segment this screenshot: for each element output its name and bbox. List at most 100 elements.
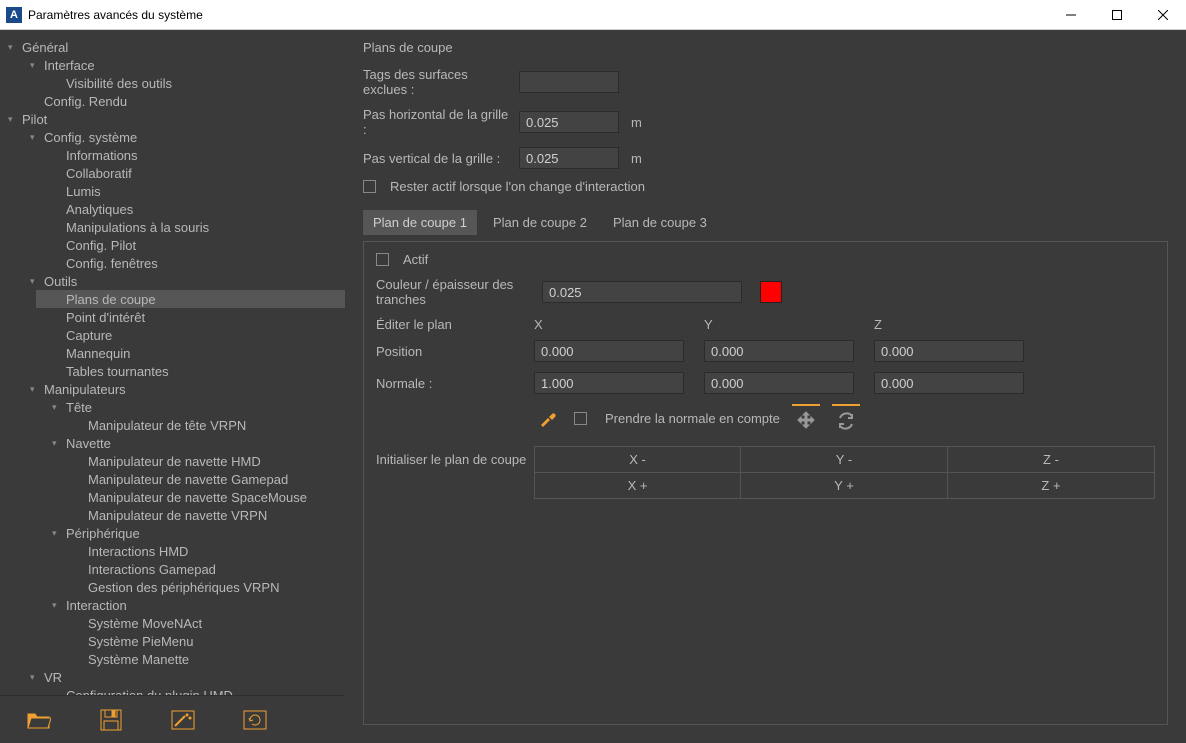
tree-item[interactable]: Mannequin (36, 344, 345, 362)
stay-active-checkbox[interactable] (363, 180, 376, 193)
tree-item[interactable]: Collaboratif (36, 164, 345, 182)
vstep-unit: m (631, 151, 642, 166)
chevron-down-icon: ▾ (52, 528, 64, 539)
save-button[interactable] (98, 707, 124, 733)
tree-item[interactable]: Manipulateur de navette SpaceMouse (54, 488, 345, 506)
hstep-input[interactable] (519, 111, 619, 133)
tree-item-label: Tête (64, 400, 92, 415)
tree-item[interactable]: ▾Manipulateurs (18, 380, 345, 398)
tree-item[interactable]: ▾Tête (36, 398, 345, 416)
maximize-button[interactable] (1094, 0, 1140, 30)
tree-item[interactable]: Système MoveNAct (54, 614, 345, 632)
chevron-down-icon: ▾ (52, 600, 64, 611)
chevron-down-icon: ▾ (8, 114, 20, 125)
excluded-tags-label: Tags des surfaces exclues : (363, 67, 511, 97)
init-y-pos-button[interactable]: Y + (741, 473, 948, 499)
init-z-pos-button[interactable]: Z + (948, 473, 1155, 499)
tree-item-label: Manipulateur de navette VRPN (86, 508, 267, 523)
eyedropper-icon[interactable] (534, 404, 562, 432)
tree-item[interactable]: Manipulateur de tête VRPN (54, 416, 345, 434)
tree-item[interactable]: ▾Interaction (36, 596, 345, 614)
tree-item-label: Pilot (20, 112, 47, 127)
tree-item[interactable]: Capture (36, 326, 345, 344)
tab-plane-1[interactable]: Plan de coupe 1 (363, 210, 477, 235)
reload-button[interactable] (242, 707, 268, 733)
tree-item[interactable]: ▾Outils (18, 272, 345, 290)
tree-item-label: Manipulations à la souris (64, 220, 209, 235)
tree-item[interactable]: Système Manette (54, 650, 345, 668)
tab-plane-3[interactable]: Plan de coupe 3 (603, 210, 717, 235)
tree-item-label: Config. Rendu (42, 94, 127, 109)
tree-item[interactable]: Manipulateur de navette VRPN (54, 506, 345, 524)
init-x-pos-button[interactable]: X + (534, 473, 741, 499)
vstep-input[interactable] (519, 147, 619, 169)
tree-item-label: Informations (64, 148, 138, 163)
tree-item-label: Général (20, 40, 68, 55)
tree-item[interactable]: ▾Navette (36, 434, 345, 452)
tree-item-label: Manipulateur de navette SpaceMouse (86, 490, 307, 505)
tree-item[interactable]: Visibilité des outils (36, 74, 345, 92)
tree-item[interactable]: Manipulateur de navette Gamepad (54, 470, 345, 488)
tree-item[interactable]: ▾VR (18, 668, 345, 686)
tree-item[interactable]: Gestion des périphériques VRPN (54, 578, 345, 596)
tree-item[interactable]: Point d'intérêt (36, 308, 345, 326)
position-y-input[interactable] (704, 340, 854, 362)
refresh-icon[interactable] (832, 404, 860, 432)
chevron-down-icon: ▾ (30, 276, 42, 287)
tree-item[interactable]: Interactions Gamepad (54, 560, 345, 578)
tree-item-label: Interactions Gamepad (86, 562, 216, 577)
position-x-input[interactable] (534, 340, 684, 362)
take-normal-checkbox[interactable] (574, 412, 587, 425)
tree-item-label: Système Manette (86, 652, 189, 667)
tree-item[interactable]: ▾Périphérique (36, 524, 345, 542)
tab-plane-2[interactable]: Plan de coupe 2 (483, 210, 597, 235)
hstep-label: Pas horizontal de la grille : (363, 107, 511, 137)
tree-item-label: Collaboratif (64, 166, 132, 181)
minimize-button[interactable] (1048, 0, 1094, 30)
wand-button[interactable] (170, 707, 196, 733)
tree-item[interactable]: Informations (36, 146, 345, 164)
tree-item[interactable]: Analytiques (36, 200, 345, 218)
init-z-neg-button[interactable]: Z - (948, 446, 1155, 473)
tree-item-label: Manipulateur de tête VRPN (86, 418, 246, 433)
tree-item[interactable]: ▾Interface (18, 56, 345, 74)
tree-item[interactable]: Configuration du plugin HMD (36, 686, 345, 695)
normal-z-input[interactable] (874, 372, 1024, 394)
tree-item[interactable]: Manipulateur de navette HMD (54, 452, 345, 470)
chevron-down-icon: ▾ (52, 438, 64, 449)
tree-item[interactable]: Interactions HMD (54, 542, 345, 560)
tree-item[interactable]: ▾Général (0, 38, 345, 56)
tree-item[interactable]: Lumis (36, 182, 345, 200)
normal-x-input[interactable] (534, 372, 684, 394)
tree-item[interactable]: ▾Config. système (18, 128, 345, 146)
tree-item[interactable]: Config. Pilot (36, 236, 345, 254)
tree-item-label: Plans de coupe (64, 292, 156, 307)
init-y-neg-button[interactable]: Y - (741, 446, 948, 473)
tree-item-label: Lumis (64, 184, 101, 199)
move-icon[interactable] (792, 404, 820, 432)
plane-active-checkbox[interactable] (376, 253, 389, 266)
tree-item[interactable]: Système PieMenu (54, 632, 345, 650)
tree-item[interactable]: Manipulations à la souris (36, 218, 345, 236)
init-label: Initialiser le plan de coupe (376, 452, 534, 467)
close-button[interactable] (1140, 0, 1186, 30)
position-z-input[interactable] (874, 340, 1024, 362)
plane-color-swatch[interactable] (760, 281, 782, 303)
sidebar: ▾Général▾InterfaceVisibilité des outilsC… (0, 30, 345, 743)
tree-item[interactable]: Config. fenêtres (36, 254, 345, 272)
tree-item-label: Visibilité des outils (64, 76, 172, 91)
nav-tree[interactable]: ▾Général▾InterfaceVisibilité des outilsC… (0, 30, 345, 695)
tree-item[interactable]: Config. Rendu (18, 92, 345, 110)
tree-item[interactable]: Plans de coupe (36, 290, 345, 308)
open-button[interactable] (26, 707, 52, 733)
tree-item[interactable]: ▾Pilot (0, 110, 345, 128)
section-title: Plans de coupe (363, 40, 1168, 55)
normal-y-input[interactable] (704, 372, 854, 394)
tree-item-label: Manipulateur de navette Gamepad (86, 472, 288, 487)
excluded-tags-input[interactable] (519, 71, 619, 93)
app-icon: A (6, 7, 22, 23)
tree-item[interactable]: Tables tournantes (36, 362, 345, 380)
thickness-input[interactable] (542, 281, 742, 303)
position-label: Position (376, 344, 534, 359)
init-x-neg-button[interactable]: X - (534, 446, 741, 473)
